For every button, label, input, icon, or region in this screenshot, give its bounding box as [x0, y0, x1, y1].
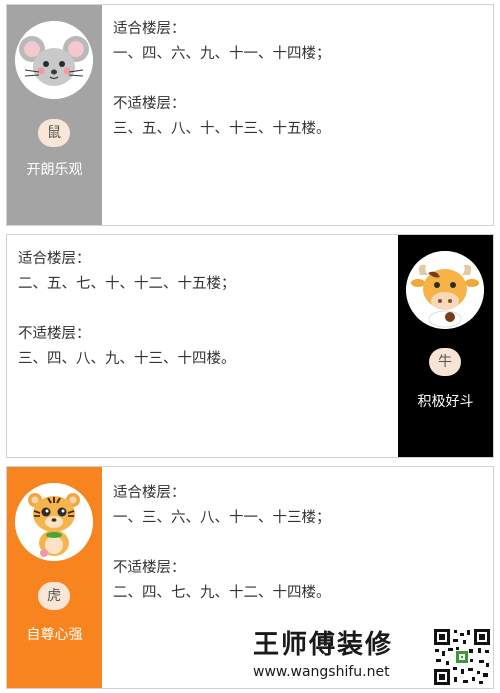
suitable-floors: 一、四、六、九、十一、十四楼； — [113, 46, 331, 62]
suitable-label: 适合楼层： — [18, 251, 91, 267]
side-panel: 鼠 开朗乐观 — [7, 5, 102, 225]
suitable-floors: 二、五、七、十、十二、十五楼； — [18, 276, 236, 292]
qr-code-icon — [432, 627, 492, 687]
watermark-title: 王师傅装修 — [253, 630, 394, 660]
unsuitable-floors: 二、四、七、九、十二、十四楼。 — [113, 585, 331, 601]
zodiac-badge: 牛 — [429, 348, 461, 376]
suitable-label: 适合楼层： — [113, 21, 186, 37]
avatar — [15, 483, 93, 561]
zodiac-motto: 自尊心强 — [26, 627, 83, 643]
floor-info: 适合楼层： 二、五、七、十、十二、十五楼； 不适楼层： 三、四、八、九、十三、十… — [18, 247, 236, 372]
unsuitable-label: 不适楼层： — [113, 96, 186, 112]
unsuitable-floors: 三、四、八、九、十三、十四楼。 — [18, 351, 236, 367]
avatar — [15, 21, 93, 99]
zodiac-motto: 积极好斗 — [417, 394, 474, 410]
unsuitable-label: 不适楼层： — [113, 560, 186, 576]
zodiac-badge: 鼠 — [38, 119, 70, 147]
side-panel: 虎 自尊心强 — [7, 467, 102, 688]
suitable-floors: 一、三、六、八、十一、十三楼； — [113, 510, 331, 526]
ox-icon — [406, 251, 484, 329]
floor-info: 适合楼层： 一、四、六、九、十一、十四楼； 不适楼层： 三、五、八、十、十三、十… — [113, 17, 331, 142]
site-watermark: 王师傅装修 www.wangshifu.net — [253, 628, 428, 681]
zodiac-card-ox: 适合楼层： 二、五、七、十、十二、十五楼； 不适楼层： 三、四、八、九、十三、十… — [6, 234, 494, 458]
zodiac-badge: 虎 — [38, 582, 70, 610]
zodiac-motto: 开朗乐观 — [26, 162, 83, 178]
suitable-label: 适合楼层： — [113, 485, 186, 501]
watermark-url: www.wangshifu.net — [253, 664, 390, 680]
unsuitable-label: 不适楼层： — [18, 326, 91, 342]
floor-info: 适合楼层： 一、三、六、八、十一、十三楼； 不适楼层： 二、四、七、九、十二、十… — [113, 481, 331, 606]
zodiac-card-rat: 鼠 开朗乐观 适合楼层： 一、四、六、九、十一、十四楼； 不适楼层： 三、五、八… — [6, 4, 494, 226]
avatar — [406, 251, 484, 329]
mouse-icon — [15, 21, 93, 99]
side-panel: 牛 积极好斗 — [398, 235, 493, 457]
tiger-icon — [15, 483, 93, 561]
unsuitable-floors: 三、五、八、十、十三、十五楼。 — [113, 121, 331, 137]
